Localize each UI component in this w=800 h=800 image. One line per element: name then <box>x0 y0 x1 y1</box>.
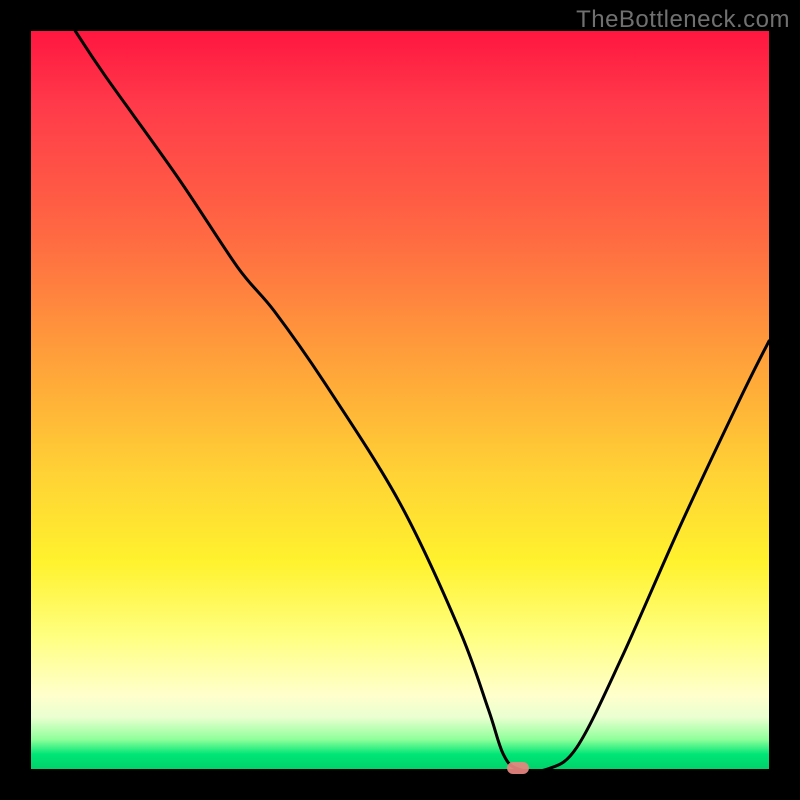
plot-area <box>31 31 769 769</box>
bottleneck-curve <box>31 31 769 769</box>
watermark-text: TheBottleneck.com <box>576 6 790 34</box>
minimum-marker <box>507 762 529 774</box>
outer-frame: TheBottleneck.com <box>0 0 800 800</box>
